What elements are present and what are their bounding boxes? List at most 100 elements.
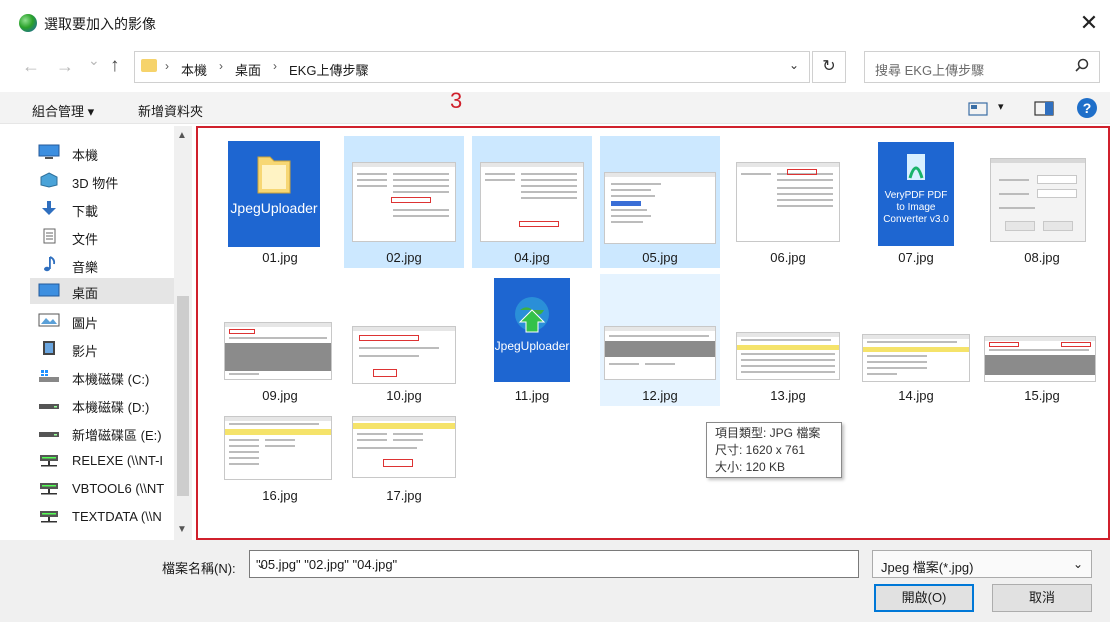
- file-item[interactable]: 08.jpg: [982, 136, 1102, 268]
- title-bar: 選取要加入的影像 ✕: [0, 0, 1110, 44]
- sidebar-item-label: 新增磁碟區 (E:): [72, 428, 162, 443]
- file-item[interactable]: 12.jpg: [600, 274, 720, 406]
- sidebar-item-videos[interactable]: 影片: [36, 336, 176, 362]
- file-item[interactable]: 04.jpg: [472, 136, 592, 268]
- file-item[interactable]: 15.jpg: [982, 274, 1102, 406]
- chevron-down-icon[interactable]: ⌄: [789, 58, 799, 72]
- thumbnail: JpegUploader: [228, 141, 320, 247]
- sidebar-item-label: 本機磁碟 (C:): [72, 372, 150, 387]
- breadcrumb-item[interactable]: 桌面: [235, 60, 261, 79]
- chevron-down-icon[interactable]: ⌄: [1073, 557, 1083, 571]
- file-type-select[interactable]: Jpeg 檔案(*.jpg) ⌄: [872, 550, 1092, 578]
- sidebar-item-relexe[interactable]: RELEXE (\\NT-I: [36, 448, 176, 474]
- thumbnail: [352, 416, 456, 478]
- refresh-button[interactable]: ↻: [812, 51, 846, 83]
- file-name: 16.jpg: [262, 488, 298, 503]
- sidebar-item-downloads[interactable]: 下載: [36, 196, 176, 222]
- open-button[interactable]: 開啟(O): [874, 584, 974, 612]
- help-icon[interactable]: ?: [1077, 98, 1097, 118]
- sidebar-item-label: 圖片: [72, 316, 99, 331]
- pdf-converter-icon: [907, 154, 925, 180]
- navigation-bar: ← → ⌄ ↑ › 本機 › 桌面 › EKG上傳步驟 ⌄ ↻ 搜尋 EKG上傳…: [0, 48, 1110, 88]
- sidebar-item-label: 音樂: [72, 260, 99, 275]
- close-button[interactable]: ✕: [1074, 8, 1104, 38]
- windows-drive-icon: [39, 370, 59, 382]
- file-name: 17.jpg: [386, 488, 422, 503]
- file-name: 09.jpg: [262, 388, 298, 403]
- music-icon: [44, 256, 56, 272]
- thumbnail: [862, 334, 970, 382]
- step-annotation: 3: [450, 88, 463, 113]
- new-folder-button[interactable]: 新增資料夾: [138, 101, 203, 120]
- address-bar[interactable]: › 本機 › 桌面 › EKG上傳步驟 ⌄: [134, 51, 810, 83]
- view-dropdown-icon[interactable]: ▾: [998, 100, 1004, 113]
- sidebar-item-pictures[interactable]: 圖片: [36, 308, 176, 334]
- forward-arrow-icon[interactable]: →: [56, 56, 74, 77]
- recent-locations-icon[interactable]: ⌄: [88, 52, 100, 69]
- file-name: 07.jpg: [898, 250, 934, 265]
- thumbnail: JpegUploader: [494, 278, 570, 382]
- file-item[interactable]: 10.jpg: [344, 274, 464, 406]
- sidebar-item-desktop[interactable]: 桌面: [30, 278, 174, 304]
- desktop-icon: [38, 283, 60, 297]
- file-item[interactable]: 14.jpg: [856, 274, 976, 406]
- file-name: 10.jpg: [386, 388, 422, 403]
- search-placeholder: 搜尋 EKG上傳步驟: [875, 63, 985, 78]
- search-input[interactable]: 搜尋 EKG上傳步驟: [864, 51, 1100, 83]
- sidebar-item-3d-objects[interactable]: 3D 物件: [36, 168, 176, 194]
- thumbnail: [990, 158, 1086, 242]
- file-item[interactable]: 05.jpg: [600, 136, 720, 268]
- thumbnail: [352, 326, 456, 384]
- scroll-down-icon[interactable]: ▼: [177, 524, 187, 535]
- scrollbar-thumb[interactable]: [177, 296, 189, 496]
- breadcrumb-item[interactable]: 本機: [181, 60, 207, 79]
- tooltip-type: 項目類型: JPG 檔案: [715, 426, 821, 440]
- document-icon: [43, 228, 56, 244]
- file-name: 01.jpg: [262, 250, 298, 265]
- file-item[interactable]: 17.jpg: [344, 412, 464, 544]
- breadcrumb-separator: ›: [165, 59, 169, 73]
- sidebar-scrollbar[interactable]: ▲ ▼: [174, 126, 192, 540]
- sidebar-item-music[interactable]: 音樂: [36, 252, 176, 278]
- view-mode-icon[interactable]: [968, 102, 988, 116]
- thumbnail: [480, 162, 584, 242]
- thumbnail: [604, 172, 716, 244]
- file-item[interactable]: 09.jpg: [220, 274, 340, 406]
- file-item[interactable]: VeryPDF PDF to Image Converter v3.0 07.j…: [856, 136, 976, 268]
- file-item[interactable]: 06.jpg: [728, 136, 848, 268]
- breadcrumb-item[interactable]: EKG上傳步驟: [289, 60, 368, 79]
- scroll-up-icon[interactable]: ▲: [177, 130, 187, 141]
- sidebar-item-this-pc[interactable]: 本機: [36, 140, 176, 166]
- sidebar-item-documents[interactable]: 文件: [36, 224, 176, 250]
- file-type-value: Jpeg 檔案(*.jpg): [881, 560, 974, 575]
- organize-button[interactable]: 組合管理 ▾: [32, 101, 94, 120]
- preview-pane-icon[interactable]: [1034, 101, 1054, 116]
- up-arrow-icon[interactable]: ↑: [110, 55, 120, 77]
- back-arrow-icon[interactable]: ←: [22, 56, 40, 77]
- cancel-button[interactable]: 取消: [992, 584, 1092, 612]
- globe-upload-icon: [515, 297, 549, 333]
- folder-icon: [257, 156, 291, 194]
- sidebar-item-label: 影片: [72, 344, 99, 359]
- file-name: 13.jpg: [770, 388, 806, 403]
- file-item[interactable]: 16.jpg: [220, 412, 340, 544]
- file-name: 12.jpg: [642, 388, 678, 403]
- sidebar-item-drive-c[interactable]: 本機磁碟 (C:): [36, 364, 176, 390]
- file-item[interactable]: 02.jpg: [344, 136, 464, 268]
- sidebar-item-textdata[interactable]: TEXTDATA (\\N: [36, 504, 176, 530]
- sidebar-item-label: RELEXE (\\NT-I: [72, 453, 164, 468]
- sidebar-item-label: 本機磁碟 (D:): [72, 400, 150, 415]
- thumbnail: [736, 162, 840, 242]
- sidebar-item-drive-e[interactable]: 新增磁碟區 (E:): [36, 420, 176, 446]
- filename-input[interactable]: "05.jpg" "02.jpg" "04.jpg" ⌄: [249, 550, 859, 578]
- sidebar-item-vbtool6[interactable]: VBTOOL6 (\\NT: [36, 476, 176, 502]
- chevron-down-icon[interactable]: ⌄: [256, 557, 852, 571]
- file-item[interactable]: JpegUploader 11.jpg: [472, 274, 592, 406]
- sidebar-item-drive-d[interactable]: 本機磁碟 (D:): [36, 392, 176, 418]
- drive-icon: [39, 432, 59, 437]
- sidebar-item-label: 3D 物件: [72, 176, 119, 191]
- file-item[interactable]: 13.jpg: [728, 274, 848, 406]
- file-item[interactable]: JpegUploader 01.jpg: [220, 136, 340, 268]
- navigation-pane: 本機 3D 物件 下載 文件 音樂 桌面 圖片 影片 本機磁碟 (C:) 本機磁…: [0, 126, 194, 540]
- file-name: 11.jpg: [514, 388, 550, 403]
